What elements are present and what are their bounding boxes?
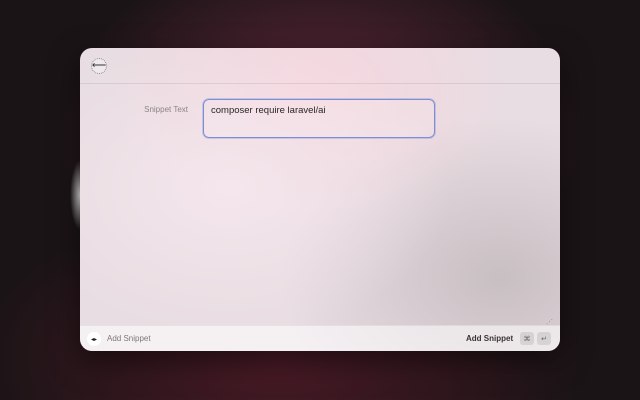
code-brackets-icon: ◂▸ [87, 332, 101, 346]
snippet-text-input[interactable]: composer require laravel/ai [203, 99, 435, 138]
action-bar-title: Add Snippet [107, 334, 151, 343]
app-window: ⟵ Snippet Text composer require laravel/… [80, 48, 560, 351]
back-button[interactable]: ⟵ [91, 58, 107, 74]
enter-key-icon: ↵ [537, 332, 551, 345]
command-key-icon: ⌘ [520, 332, 534, 345]
arrow-left-icon: ⟵ [91, 60, 107, 71]
action-bar: ◂▸ Add Snippet Add Snippet ⌘ ↵ [80, 325, 560, 351]
top-bar: ⟵ [80, 48, 560, 84]
add-snippet-button[interactable]: Add Snippet [466, 334, 513, 343]
snippet-text-label: Snippet Text [144, 105, 188, 114]
